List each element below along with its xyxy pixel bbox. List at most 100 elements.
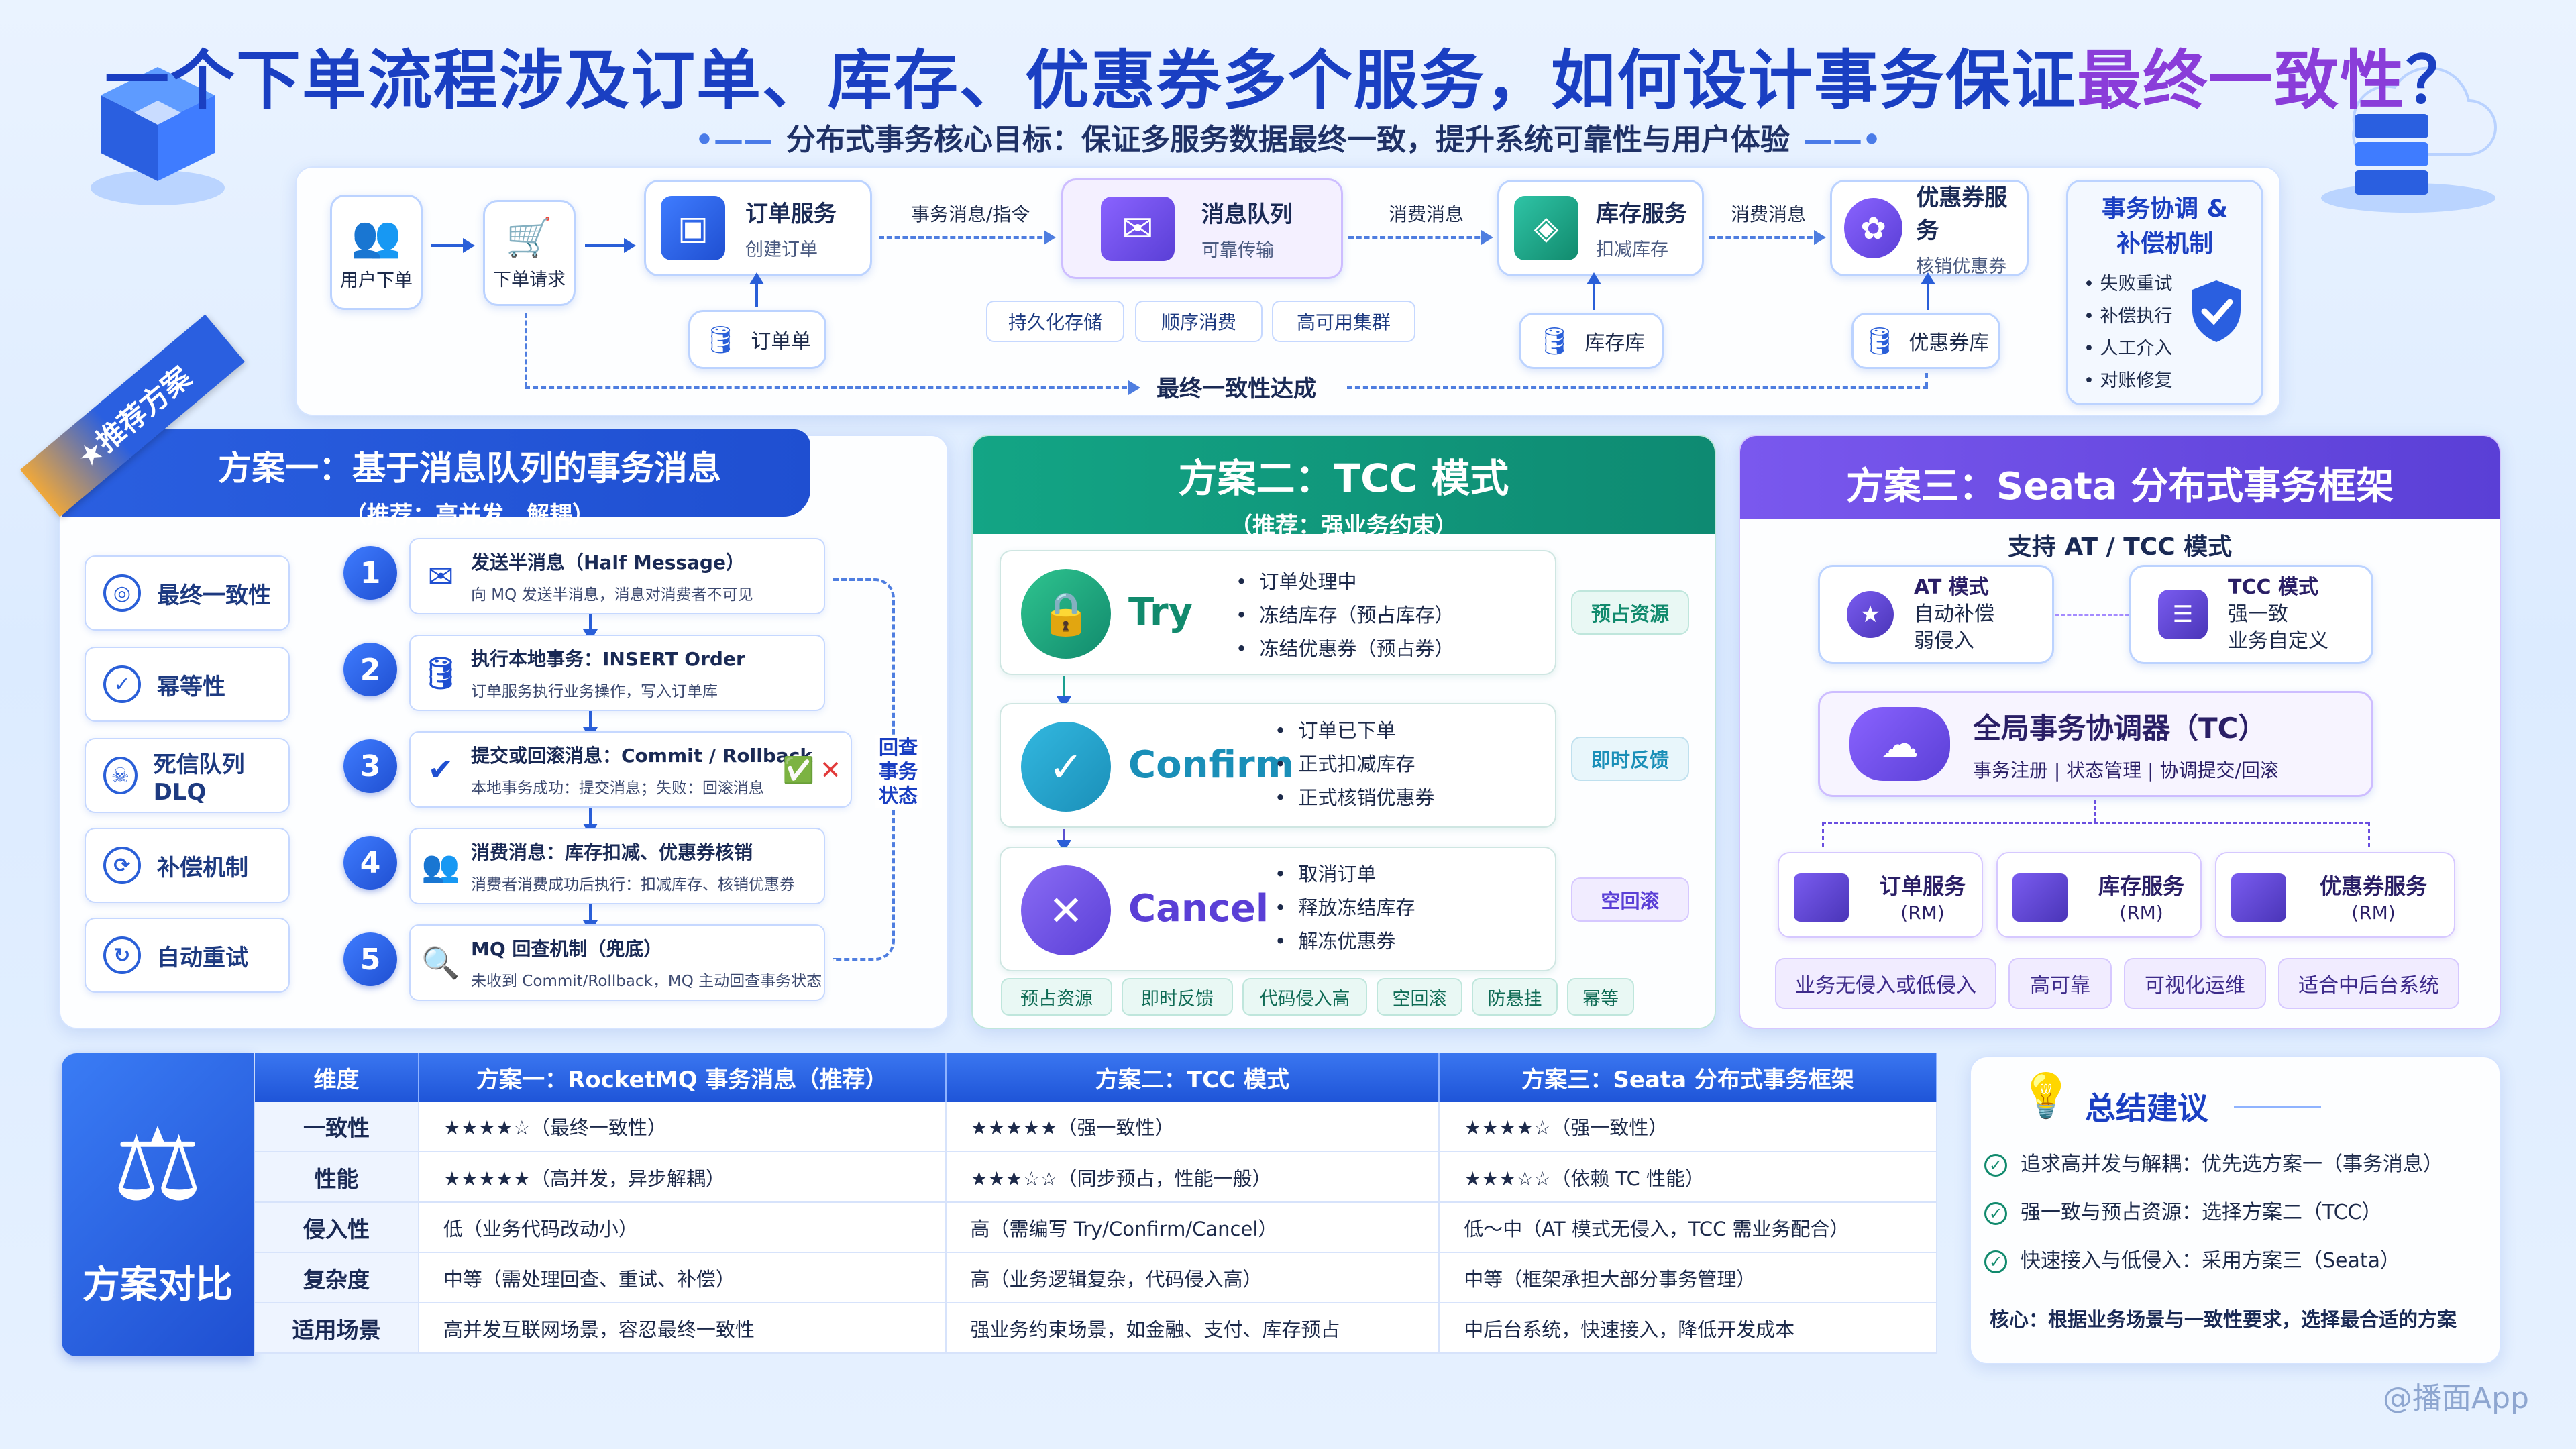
arrow (583, 806, 598, 836)
check-icon: ✓ (1984, 1250, 2007, 1273)
tcc-try-list: • 订单处理中 • 冻结库存（预占库存） • 冻结优惠券（预占券） (1236, 570, 1454, 660)
search-icon: 🔍 (421, 944, 460, 981)
user-order-node: 👥 用户下单 (330, 195, 423, 310)
database-icon: 🛢 (703, 324, 738, 356)
dashed-branch (1822, 822, 2369, 824)
check-icon: ✓ (1984, 1202, 2007, 1225)
page-subtitle: •—— 分布式事务核心目标：保证多服务数据最终一致，提升系统可靠性与用户体验 ——• (694, 123, 1882, 157)
tcc-feature-tag: 幂等 (1567, 978, 1634, 1016)
arrow (1921, 272, 1935, 310)
mq-feature-pill: 高可用集群 (1272, 301, 1415, 342)
arrow (431, 238, 475, 253)
shield-icon: ✓ (103, 665, 141, 703)
database-icon: 🛢 (421, 654, 461, 691)
arrow (1057, 676, 1071, 708)
mail-icon: ✉ (1101, 197, 1175, 261)
step-1: ✉ 发送半消息（Half Message）向 MQ 发送半消息，消息对消费者不可… (409, 538, 825, 614)
stock-service-node: ◈ 库存服务 扣减库存 (1497, 180, 1704, 276)
title-highlight: 最终一致性 (2077, 43, 2406, 118)
star-icon: ★ (1847, 591, 1894, 638)
scheme3-header: 方案三：Seata 分布式事务框架 (1740, 436, 2500, 519)
final-consistency-label: 最终一致性达成 (1157, 376, 1316, 402)
check-circle-icon: ✔ (427, 751, 454, 788)
order-service-node: ▣ 订单服务 创建订单 (644, 180, 872, 276)
db-coupon-node: 🛢 优惠券库 (1851, 313, 2000, 369)
shield-icon (2188, 278, 2245, 347)
lock-icon: 🔒 (1021, 569, 1111, 659)
dashed-line-left (525, 380, 1140, 395)
close-icon: ✕ (1021, 865, 1111, 955)
edge-label: 消费消息 (1389, 203, 1464, 225)
arrow (585, 238, 636, 253)
step-number: 5 (343, 932, 397, 986)
support-modes: 支持 AT / TCC 模式 (2007, 533, 2233, 561)
mq-node: ✉ 消息队列 可靠传输 (1061, 178, 1343, 279)
seata-feature-tag: 业务无侵入或低侵入 (1775, 958, 1996, 1009)
tcc-confirm-tag: 即时反馈 (1571, 737, 1689, 781)
tcc-mode-box: ☰ TCC 模式 强一致 业务自定义 (2129, 565, 2373, 664)
lightbulb-icon: 💡 (2019, 1071, 2073, 1121)
edge-label: 消费消息 (1731, 203, 1807, 225)
mq-feature-pill: 顺序消费 (1135, 301, 1263, 342)
order-request-node: 🛒 下单请求 (483, 200, 576, 306)
step-number: 1 (343, 546, 397, 600)
server-icon (2231, 873, 2286, 922)
table-row: 侵入性 低（业务代码改动小） 高（需编写 Try/Confirm/Cancel） 低～… (255, 1202, 1937, 1253)
dashed-arrow (879, 230, 1056, 245)
seata-feature-tag: 适合中后台系统 (2278, 958, 2459, 1009)
box-icon: ▣ (661, 196, 725, 260)
arrow (1587, 272, 1601, 310)
step-2: 🛢 执行本地事务：INSERT Order 订单服务执行业务操作，写入订单库 (409, 635, 825, 711)
rm-coupon: 优惠券服务 (RM) (2215, 852, 2455, 938)
feature-dlq: ☠ 死信队列 DLQ (85, 738, 290, 813)
tcc-feature-tag: 即时反馈 (1122, 978, 1233, 1016)
summary-item: ✓ 强一致与预占资源：选择方案二（TCC） (1984, 1195, 2381, 1225)
dashed-link (2055, 614, 2129, 616)
cloud-network-icon: ☁ (1849, 707, 1950, 781)
tcc-feature-tag: 空回滚 (1377, 978, 1462, 1016)
target-icon: ◎ (103, 574, 141, 612)
compare-label-box: ⚖ 方案对比 (62, 1053, 254, 1356)
envelope-icon: ✉ (427, 558, 454, 594)
step-5: 🔍 MQ 回查机制（兜底） 未收到 Commit/Rollback，MQ 主动回查… (409, 924, 825, 1001)
arrow (583, 710, 598, 739)
summary-item: ✓ 追求高并发与解耦：优先选方案一（事务消息） (1984, 1147, 2443, 1177)
table-row: 复杂度 中等（需处理回查、重试、补偿） 高（业务逻辑复杂，代码侵入高） 中等（框架承担… (255, 1252, 1937, 1303)
cycle-icon: ⟳ (103, 847, 141, 884)
at-mode-box: ★ AT 模式 自动补偿 弱侵入 (1818, 565, 2054, 664)
db-order-node: 🛢 订单单 (688, 310, 826, 369)
cart-icon: 🛒 (506, 215, 553, 260)
database-icon: 🛢 (1862, 325, 1897, 357)
server-icon (1794, 873, 1849, 922)
coupon-service-node: ✿ 优惠券服务 核销优惠券 (1830, 180, 2029, 277)
summary-title: 总结建议 (2085, 1090, 2208, 1126)
server-icon: ☰ (2158, 590, 2208, 639)
skull-icon: ☠ (103, 757, 138, 794)
step-3: ✔ 提交或回滚消息：Commit / Rollback 本地事务成功：提交消息；失… (409, 731, 852, 808)
page-title: 一个下单流程涉及订单、库存、优惠券多个服务，如何设计事务保证最终一致性？ (105, 43, 2471, 118)
scale-icon: ⚖ (112, 1107, 203, 1224)
rm-stock: 库存服务 (RM) (1996, 852, 2202, 938)
check-back-label: 回查 事务 状态 (875, 735, 922, 808)
dashed-branch (2368, 822, 2370, 847)
dashed-line (1925, 373, 1928, 388)
summary-item: ✓ 快速接入与低侵入：采用方案三（Seata） (1984, 1244, 2400, 1273)
tcc-feature-tag: 代码侵入高 (1242, 978, 1367, 1016)
tc-coordinator-box: ☁ 全局事务协调器（TC） 事务注册 | 状态管理 | 协调提交/回滚 (1818, 691, 2373, 797)
dashed-line (525, 313, 527, 388)
arrow (583, 903, 598, 932)
coupon-icon: ✿ (1844, 198, 1903, 258)
tcc-try-tag: 预占资源 (1571, 590, 1689, 635)
tcc-cancel-list: • 取消订单 • 释放冻结库存 • 解冻优惠券 (1275, 863, 1415, 953)
rm-order: 订单服务 (RM) (1778, 852, 1983, 938)
dashed-arrow (1348, 230, 1493, 245)
dashed-branch (1822, 822, 1824, 847)
step-number: 4 (343, 836, 397, 890)
database-icon: 🛢 (1537, 325, 1572, 357)
dashed-line-right (1347, 386, 1928, 389)
arrow (1057, 829, 1071, 852)
check-icon: ✓ (1984, 1154, 2007, 1177)
table-row: 性能 ★★★★★（高并发，异步解耦） ★★★☆☆（同步预占，性能一般） ★★★☆☆（依… (255, 1152, 1937, 1203)
coord-title: 事务协调 & 补偿机制 (2102, 195, 2228, 258)
feature-compensation: ⟳ 补偿机制 (85, 828, 290, 903)
